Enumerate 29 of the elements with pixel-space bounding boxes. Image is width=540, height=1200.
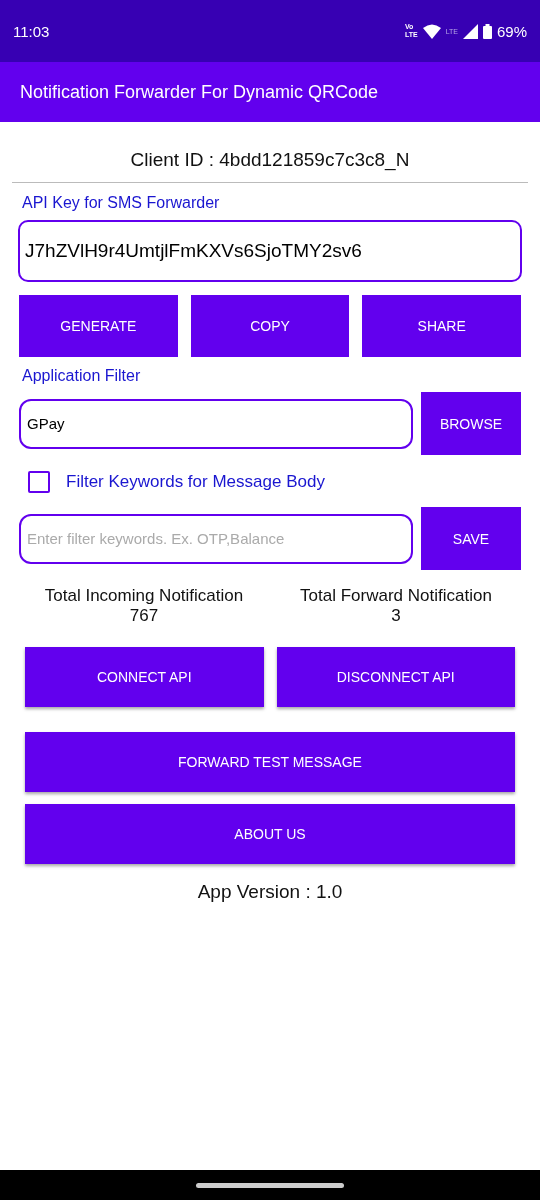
api-key-field[interactable]: J7hZVlH9r4UmtjlFmKXVs6SjoTMY2sv6 [18,220,522,282]
api-button[interactable]: CONNECT API [25,647,264,707]
save-button[interactable]: SAVE [421,507,521,570]
action-button[interactable]: GENERATE [19,295,178,357]
forward-test-button[interactable]: FORWARD TEST MESSAGE [25,732,515,792]
battery-percent: 69% [496,22,527,40]
client-id: Client ID : 4bdd121859c7c3c8_N [129,149,411,171]
browse-button[interactable]: BROWSE [421,392,521,455]
section-label: API Key for SMS Forwarder [22,194,221,212]
api-button[interactable]: DISCONNECT API [276,647,515,707]
home-handle[interactable] [196,1182,344,1188]
app-filter-field[interactable]: GPay [19,398,413,449]
signal-icon [462,23,478,39]
checkbox[interactable] [28,471,50,493]
section-label: Application Filter [22,367,142,385]
stat-value: 767 [129,606,159,626]
wifi-icon [422,23,441,39]
clock-time: 11:03 [13,22,50,40]
battery-icon [482,23,492,39]
app-version: App Version : 1.0 [196,881,344,903]
app-title: Notification Forwarder For Dynamic QRCode [20,81,379,103]
action-button[interactable]: COPY [190,295,350,357]
stat-value: 3 [391,606,401,626]
stat-label: Total Forward Notification [300,586,492,606]
keyword-field[interactable]: Enter filter keywords. Ex. OTP,Balance [19,513,413,564]
action-button[interactable]: SHARE [362,295,521,357]
stat-label: Total Incoming Notification [44,586,244,606]
checkbox-label: Filter Keywords for Message Body [66,472,325,492]
about-button[interactable]: ABOUT US [25,804,515,864]
